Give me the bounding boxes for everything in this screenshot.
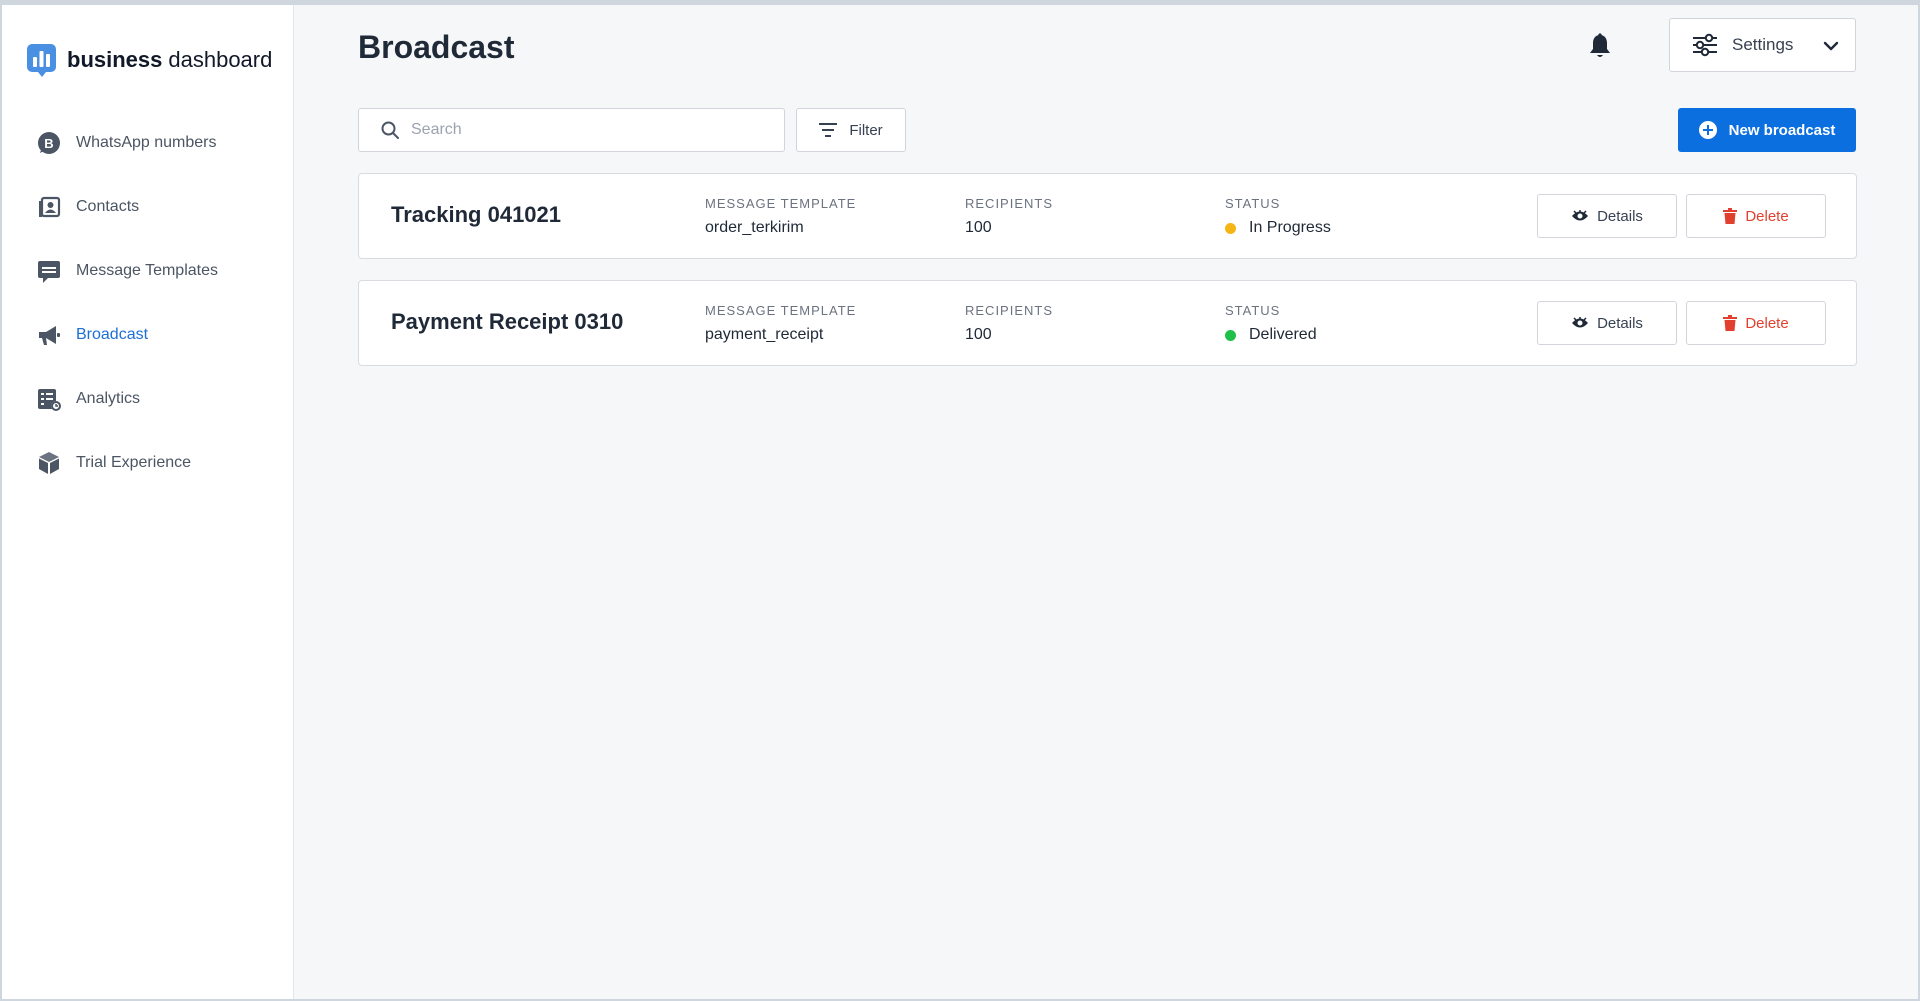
filter-button[interactable]: Filter bbox=[796, 108, 906, 152]
broadcast-card: Tracking 041021 MESSAGE TEMPLATE order_t… bbox=[358, 173, 1857, 259]
brand-name-light: dashboard bbox=[168, 47, 273, 72]
template-header: MESSAGE TEMPLATE bbox=[705, 303, 857, 318]
trash-icon bbox=[1723, 208, 1738, 224]
sidebar: business dashboard B WhatsApp numbers Co… bbox=[2, 5, 294, 999]
template-column: MESSAGE TEMPLATE payment_receipt bbox=[705, 303, 856, 344]
sidebar-item-label: Broadcast bbox=[76, 326, 149, 343]
page-title: Broadcast bbox=[358, 29, 515, 65]
status-dot-in-progress bbox=[1225, 222, 1236, 234]
brand-logo-icon bbox=[27, 44, 56, 77]
status-column: STATUS In Progress bbox=[1225, 196, 1331, 237]
sidebar-item-label: Message Templates bbox=[76, 262, 218, 279]
recipients-value: 100 bbox=[965, 326, 992, 343]
sidebar-item-whatsapp-numbers[interactable]: B WhatsApp numbers bbox=[2, 111, 293, 175]
details-button[interactable]: Details bbox=[1537, 301, 1677, 345]
delete-label: Delete bbox=[1745, 207, 1789, 225]
main-content: Broadcast Settings Search Filter New bro… bbox=[294, 5, 1918, 999]
status-header: STATUS bbox=[1225, 196, 1281, 211]
recipients-value: 100 bbox=[965, 219, 992, 236]
chevron-down-icon bbox=[1823, 41, 1839, 51]
status-value: Delivered bbox=[1225, 326, 1317, 344]
template-column: MESSAGE TEMPLATE order_terkirim bbox=[705, 196, 856, 237]
megaphone-icon bbox=[36, 322, 62, 348]
search-input[interactable] bbox=[411, 121, 771, 139]
template-value: order_terkirim bbox=[705, 219, 804, 236]
sliders-icon bbox=[1693, 33, 1717, 57]
cube-icon bbox=[36, 450, 62, 476]
notification-bell-icon[interactable] bbox=[1588, 33, 1614, 61]
status-header: STATUS bbox=[1225, 303, 1281, 318]
sidebar-item-label: WhatsApp numbers bbox=[76, 134, 217, 151]
sidebar-item-label: Contacts bbox=[76, 198, 140, 215]
template-header: MESSAGE TEMPLATE bbox=[705, 196, 857, 211]
svg-text:B: B bbox=[44, 136, 53, 151]
contacts-icon bbox=[36, 194, 62, 220]
plus-circle-icon bbox=[1698, 121, 1717, 139]
details-label: Details bbox=[1597, 314, 1643, 332]
sidebar-item-contacts[interactable]: Contacts bbox=[2, 175, 293, 239]
search-box[interactable] bbox=[358, 108, 785, 152]
template-value: payment_receipt bbox=[705, 326, 824, 343]
eye-icon bbox=[1572, 317, 1589, 328]
broadcast-name: Tracking 041021 bbox=[391, 202, 562, 227]
status-dot-delivered bbox=[1225, 329, 1236, 341]
whatsapp-b-icon: B bbox=[36, 130, 62, 156]
recipients-column: RECIPIENTS 100 bbox=[965, 196, 1053, 237]
sidebar-item-message-templates[interactable]: Message Templates bbox=[2, 239, 293, 303]
settings-label: Settings bbox=[1732, 35, 1794, 54]
broadcast-name: Payment Receipt 0310 bbox=[391, 309, 624, 334]
delete-label: Delete bbox=[1745, 314, 1789, 332]
sidebar-nav: B WhatsApp numbers Contacts Message Temp… bbox=[2, 111, 293, 495]
details-label: Details bbox=[1597, 207, 1643, 225]
trash-icon bbox=[1723, 315, 1738, 331]
brand-name-bold: business bbox=[67, 47, 163, 72]
filter-icon bbox=[819, 123, 838, 137]
status-column: STATUS Delivered bbox=[1225, 303, 1317, 344]
sidebar-item-broadcast[interactable]: Broadcast bbox=[2, 303, 293, 367]
details-button[interactable]: Details bbox=[1537, 194, 1677, 238]
status-text: Delivered bbox=[1249, 326, 1317, 343]
recipients-header: RECIPIENTS bbox=[965, 196, 1054, 211]
search-icon bbox=[381, 121, 399, 139]
new-broadcast-label: New broadcast bbox=[1728, 121, 1836, 139]
delete-button[interactable]: Delete bbox=[1686, 194, 1826, 238]
sidebar-item-label: Trial Experience bbox=[76, 454, 192, 471]
sidebar-item-analytics[interactable]: Analytics bbox=[2, 367, 293, 431]
analytics-icon bbox=[36, 386, 62, 412]
sidebar-item-trial-experience[interactable]: Trial Experience bbox=[2, 431, 293, 495]
message-template-icon bbox=[36, 258, 62, 284]
status-text: In Progress bbox=[1249, 219, 1331, 236]
broadcast-card: Payment Receipt 0310 MESSAGE TEMPLATE pa… bbox=[358, 280, 1857, 366]
delete-button[interactable]: Delete bbox=[1686, 301, 1826, 345]
app-window: business dashboard B WhatsApp numbers Co… bbox=[2, 5, 1918, 999]
filter-label: Filter bbox=[849, 121, 883, 139]
eye-icon bbox=[1572, 210, 1589, 221]
sidebar-item-label: Analytics bbox=[76, 390, 141, 407]
brand[interactable]: business dashboard bbox=[26, 33, 293, 87]
status-value: In Progress bbox=[1225, 219, 1331, 237]
recipients-column: RECIPIENTS 100 bbox=[965, 303, 1053, 344]
new-broadcast-button[interactable]: New broadcast bbox=[1678, 108, 1856, 152]
recipients-header: RECIPIENTS bbox=[965, 303, 1054, 318]
settings-dropdown[interactable]: Settings bbox=[1669, 18, 1856, 72]
